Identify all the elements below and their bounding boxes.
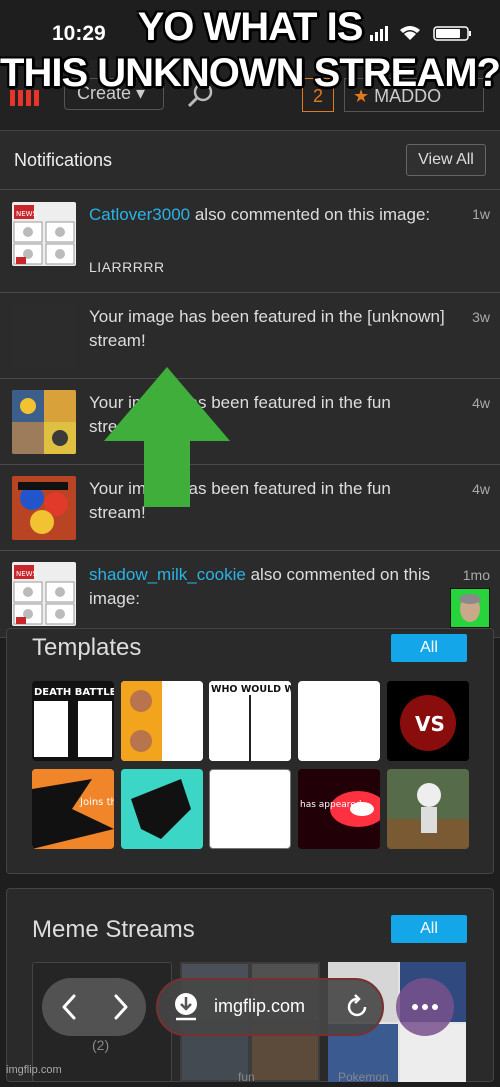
user-link[interactable]: Catlover3000	[89, 205, 190, 224]
forward-arrow-icon[interactable]	[108, 992, 134, 1022]
ellipsis-icon	[412, 1004, 438, 1010]
svg-text:NEWS: NEWS	[16, 570, 38, 578]
template-tile[interactable]: DEATH BATTLE	[32, 681, 114, 761]
template-tile[interactable]	[209, 769, 291, 849]
notifications-title: Notifications	[14, 150, 113, 170]
user-avatar[interactable]	[450, 588, 490, 628]
template-tile-label: WHO WOULD WIN	[211, 684, 291, 695]
meme-caption-line-1: YO WHAT IS	[137, 5, 364, 49]
stream-count: (2)	[92, 1037, 110, 1053]
template-tile-label: Joins the	[79, 797, 114, 808]
user-link[interactable]: shadow_milk_cookie	[89, 565, 246, 584]
template-tile-label: DEATH BATTLE	[34, 687, 114, 698]
templates-title: Templates	[32, 634, 142, 661]
template-tile[interactable]	[121, 769, 203, 849]
notification-message: Your image has been featured in the [unk…	[89, 307, 445, 350]
news-meme-thumbnail[interactable]: NEWS	[12, 562, 76, 626]
notification-text: Catlover3000 also commented on this imag…	[89, 203, 449, 227]
templates-all-button[interactable]: All	[391, 634, 467, 662]
view-all-button[interactable]: View All	[406, 144, 486, 176]
watermark: imgflip.com	[6, 1064, 62, 1076]
template-tile[interactable]: WHO WOULD WIN	[209, 681, 291, 761]
meme-streams-all-button[interactable]: All	[391, 915, 467, 943]
meme-thumbnail[interactable]	[12, 390, 76, 454]
notification-message: also commented on this image:	[190, 205, 431, 224]
template-tile[interactable]	[298, 681, 380, 761]
notification-time: 1mo	[462, 567, 490, 583]
template-tile[interactable]: VS	[387, 681, 469, 761]
notification-time: 4w	[472, 395, 490, 411]
news-meme-thumbnail[interactable]: NEWS	[12, 202, 76, 266]
reload-icon[interactable]	[344, 994, 370, 1020]
notification-time: 3w	[472, 309, 490, 325]
comment-preview: LIARRRRR	[89, 259, 165, 275]
meme-caption-line-2: THIS UNKNOWN STREAM?	[0, 51, 500, 95]
back-arrow-icon[interactable]	[56, 992, 82, 1022]
template-tile[interactable]: Joins the	[32, 769, 114, 849]
template-tile-label: has appeared	[300, 800, 362, 810]
template-tile[interactable]: has appeared	[298, 769, 380, 849]
meme-thumbnail[interactable]	[12, 476, 76, 540]
notification-text: shadow_milk_cookie also commented on thi…	[89, 563, 449, 611]
download-icon[interactable]	[172, 992, 200, 1022]
upvote-arrow-icon	[104, 367, 230, 507]
template-tile[interactable]	[387, 769, 469, 849]
notification-time: 4w	[472, 481, 490, 497]
template-tile-label: VS	[415, 712, 445, 736]
unknown-stream-thumbnail[interactable]	[12, 304, 76, 368]
meme-streams-title: Meme Streams	[32, 916, 195, 943]
svg-text:NEWS: NEWS	[16, 210, 38, 218]
template-tile[interactable]	[121, 681, 203, 761]
address-bar-url: imgflip.com	[214, 996, 306, 1016]
notification-time: 1w	[472, 206, 490, 222]
